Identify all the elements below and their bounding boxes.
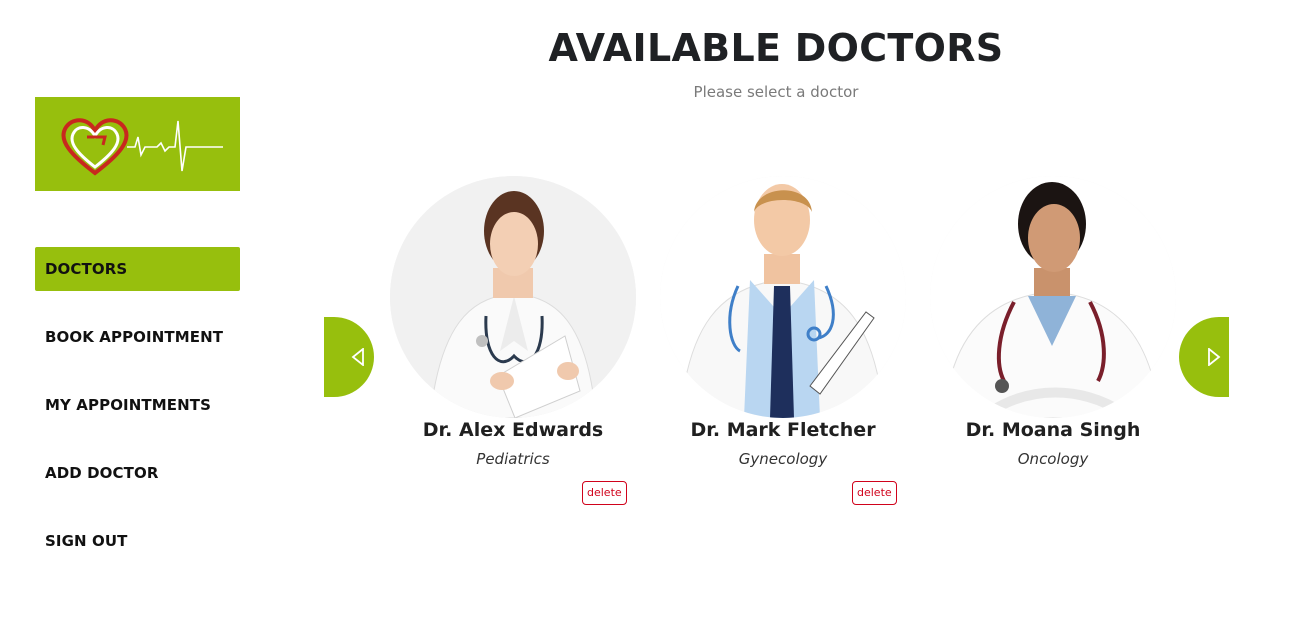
doctor-name: Dr. Moana Singh: [965, 419, 1141, 441]
doctor-specialty: Gynecology: [738, 450, 828, 468]
doctor-card[interactable]: Dr. Alex Edwards Pediatrics delete: [388, 176, 638, 505]
doctor-female-portrait-icon: [930, 176, 1176, 418]
doctor-female-portrait-icon: [390, 176, 636, 418]
doctor-photo: [660, 176, 906, 418]
doctor-card[interactable]: Dr. Mark Fletcher Gynecology delete: [658, 176, 908, 505]
doctor-name: Dr. Mark Fletcher: [690, 419, 876, 441]
app-logo: [35, 97, 240, 191]
doctor-specialty: Pediatrics: [476, 450, 550, 468]
doctor-specialty: Oncology: [1017, 450, 1089, 468]
heart-pulse-logo-icon: [61, 118, 223, 176]
page-title: AVAILABLE DOCTORS: [548, 26, 1004, 70]
page-subtitle: Please select a doctor: [693, 83, 859, 101]
doctor-male-portrait-icon: [660, 176, 906, 418]
doctor-photo: [930, 176, 1176, 418]
sidebar-item-add-doctor[interactable]: ADD DOCTOR: [35, 451, 240, 495]
carousel-next-button[interactable]: [1179, 317, 1229, 397]
sidebar-nav: DOCTORS BOOK APPOINTMENT MY APPOINTMENTS…: [35, 247, 240, 587]
carousel-prev-button[interactable]: [324, 317, 374, 397]
delete-doctor-button[interactable]: delete: [582, 481, 627, 505]
doctor-name: Dr. Alex Edwards: [422, 419, 604, 441]
doctor-photo: [390, 176, 636, 418]
doctor-card[interactable]: Dr. Moana Singh Oncology: [928, 176, 1178, 468]
triangle-left-icon: [351, 348, 364, 366]
sidebar-item-sign-out[interactable]: SIGN OUT: [35, 519, 240, 563]
delete-doctor-button[interactable]: delete: [852, 481, 897, 505]
sidebar-item-my-appointments[interactable]: MY APPOINTMENTS: [35, 383, 240, 427]
sidebar-item-book-appointment[interactable]: BOOK APPOINTMENT: [35, 315, 240, 359]
sidebar-item-doctors[interactable]: DOCTORS: [35, 247, 240, 291]
triangle-right-icon: [1208, 348, 1221, 366]
